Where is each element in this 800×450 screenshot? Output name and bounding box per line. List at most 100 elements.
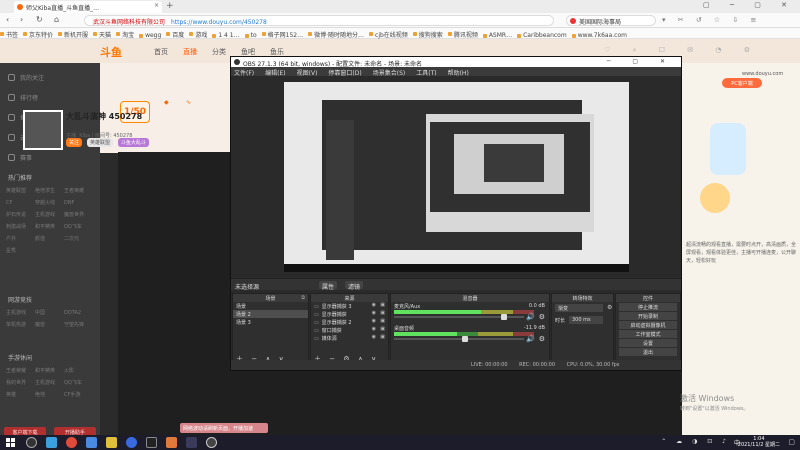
nav-link[interactable]: 鱼吧 xyxy=(241,48,255,56)
bookmark-item[interactable]: ASMR… xyxy=(482,30,517,39)
system-tray-icons[interactable]: ⌃ ☁ ◑ ⊡ ♪ xyxy=(661,438,730,445)
sidebar-category[interactable]: DNF xyxy=(64,197,93,209)
visibility-eye-icon[interactable]: ◉ xyxy=(372,318,376,324)
bookmark-item[interactable]: 游戏 xyxy=(189,28,212,39)
lock-icon[interactable]: ▣ xyxy=(380,318,385,324)
volume-fader-knob[interactable] xyxy=(500,314,507,320)
app-icon-3[interactable] xyxy=(146,437,157,448)
sidebar-category[interactable]: 二次元 xyxy=(64,233,93,245)
visibility-eye-icon[interactable]: ◉ xyxy=(372,302,376,308)
gift-icon[interactable]: ◆ xyxy=(164,99,169,106)
volume-fader[interactable] xyxy=(394,336,524,342)
nav-link[interactable]: 首页 xyxy=(154,48,168,56)
sidebar-category[interactable]: 单机热游 xyxy=(6,319,35,331)
sidebar-category[interactable]: QQ飞车 xyxy=(64,221,93,233)
reload-icon[interactable]: ↻ xyxy=(36,15,43,24)
duration-input[interactable]: 300 ms xyxy=(569,316,603,324)
sidebar-category[interactable]: 守望先锋 xyxy=(64,319,93,331)
bookmark-item[interactable]: 百度 xyxy=(166,28,189,39)
sidebar-category[interactable]: 英雄联盟 xyxy=(6,185,35,197)
category-tag[interactable]: 英雄联盟 xyxy=(86,138,113,147)
properties-button[interactable]: 属性 xyxy=(319,281,338,291)
bookmark-item[interactable]: 格子网152… xyxy=(261,28,308,39)
lock-icon[interactable]: ▣ xyxy=(380,310,385,316)
back-icon[interactable]: ‹ xyxy=(6,15,9,24)
sidebar-category[interactable]: 颜值 xyxy=(35,233,64,245)
obs-menu-item[interactable]: 帮助(H) xyxy=(448,70,469,77)
browser-tab[interactable]: 师父Kiba直播_斗鱼直播_… × xyxy=(14,1,162,13)
search-box[interactable]: 美国国际海事局 xyxy=(566,15,656,26)
bookmark-item[interactable]: 腾讯视频 xyxy=(447,28,483,39)
speaker-icon[interactable]: 🔊 xyxy=(526,313,535,321)
windows-start-icon[interactable] xyxy=(6,438,15,447)
extension-icons[interactable]: ▾ ✂ ↺ ☆ ⇩ ≡ xyxy=(662,16,761,24)
clock[interactable]: 1:04 2021/11/2 星期二 xyxy=(738,436,780,448)
scene-item[interactable]: 场景 xyxy=(233,302,308,310)
sidebar-category[interactable]: 主机游戏 xyxy=(6,307,35,319)
douyu-nav-icons[interactable]: ♡ ⌕ ☐ ✉ ◔ ⚙ xyxy=(604,46,760,55)
obs-window-controls[interactable]: ─ ▢ ✕ xyxy=(607,58,675,65)
virtual-camera-button[interactable]: 启动虚拟摄像机 xyxy=(619,321,677,329)
lock-icon[interactable]: ▣ xyxy=(380,334,385,340)
follow-tag[interactable]: 关注 xyxy=(66,138,83,147)
source-item[interactable]: ▭ 显示器捕获 ◉ ▣ xyxy=(311,310,388,318)
bookmark-item[interactable]: cjb在线视频 xyxy=(369,28,413,39)
visibility-eye-icon[interactable]: ◉ xyxy=(372,310,376,316)
sidebar-category[interactable]: 绝地求生 xyxy=(35,185,64,197)
dock-float-icon[interactable]: ⧉ xyxy=(301,295,305,301)
sidebar-category[interactable]: DOTA2 xyxy=(64,307,93,319)
start-recording-button[interactable]: 开始录制 xyxy=(619,312,677,320)
douyu-logo[interactable]: 斗鱼 xyxy=(100,44,122,60)
app-icon-4[interactable] xyxy=(166,437,177,448)
sidebar-category[interactable]: CF手游 xyxy=(64,389,93,401)
stop-stream-button[interactable]: 停止推流 xyxy=(619,303,677,311)
obs-menu-item[interactable]: 编辑(E) xyxy=(265,70,285,77)
notification-icon[interactable]: ▢ xyxy=(788,438,795,446)
transition-settings-icon[interactable]: ⚙ xyxy=(607,304,612,311)
speaker-icon[interactable]: 🔊 xyxy=(526,335,535,343)
search-icon[interactable] xyxy=(26,437,37,448)
bookmark-item[interactable]: 天猫 xyxy=(93,28,116,39)
obs-taskbar-icon[interactable] xyxy=(206,437,217,448)
lock-icon[interactable]: ▣ xyxy=(380,326,385,332)
app-icon-2[interactable] xyxy=(126,437,137,448)
source-item[interactable]: ▭ 媒体源 ◉ ▣ xyxy=(311,334,388,342)
sidebar-item[interactable]: 我的关注 xyxy=(8,73,44,82)
sidebar-category[interactable]: 刺激战场 xyxy=(6,221,35,233)
source-item[interactable]: ▭ 显示器捕获 3 ◉ ▣ xyxy=(311,302,388,310)
sidebar-category[interactable]: 王者荣耀 xyxy=(6,365,35,377)
home-icon[interactable]: ⌂ xyxy=(54,15,59,24)
transition-select[interactable]: 渐变 xyxy=(555,304,603,312)
event-tag[interactable]: 斗鱼大乱斗 xyxy=(117,138,149,147)
source-item[interactable]: ▭ 窗口捕获 ◉ ▣ xyxy=(311,326,388,334)
wave-icon[interactable]: ∿ xyxy=(186,99,191,106)
exit-button[interactable]: 退出 xyxy=(619,348,677,356)
sidebar-category[interactable]: 英雄 xyxy=(6,389,35,401)
folder-icon[interactable] xyxy=(106,437,117,448)
scene-item[interactable]: 场景 3 xyxy=(233,318,308,326)
streamer-avatar[interactable] xyxy=(23,110,63,150)
pc-client-badge[interactable]: PC客户端 xyxy=(722,78,762,88)
sidebar-category[interactable]: 我的世界 xyxy=(6,377,35,389)
bookmark-item[interactable]: 微博·随时随地分… xyxy=(308,28,369,39)
obs-menu-item[interactable]: 场景集合(S) xyxy=(373,70,406,77)
sidebar-category[interactable]: 王者荣耀 xyxy=(64,185,93,197)
visibility-eye-icon[interactable]: ◉ xyxy=(372,326,376,332)
sidebar-category[interactable]: 主机游戏 xyxy=(35,377,64,389)
bookmark-item[interactable]: 1 4 1… xyxy=(212,30,244,39)
edge-icon[interactable] xyxy=(46,437,57,448)
obs-menu-item[interactable]: 文件(F) xyxy=(234,70,254,77)
bookmark-item[interactable]: to xyxy=(244,30,262,39)
sidebar-category[interactable]: 火影 xyxy=(64,365,93,377)
obs-menu-item[interactable]: 视图(V) xyxy=(297,70,318,77)
sidebar-category[interactable]: CF xyxy=(6,197,35,209)
sidebar-category[interactable]: 星秀 xyxy=(6,245,35,257)
obs-menu-item[interactable]: 停靠窗口(D) xyxy=(328,70,361,77)
bookmark-item[interactable]: 新机开服 xyxy=(58,28,93,39)
scene-item[interactable]: 场景 2 xyxy=(233,310,308,318)
app-icon-5[interactable] xyxy=(186,437,197,448)
obs-menu-item[interactable]: 工具(T) xyxy=(416,70,436,77)
visibility-eye-icon[interactable]: ◉ xyxy=(372,334,376,340)
studio-mode-button[interactable]: 工作室模式 xyxy=(619,330,677,338)
gear-icon[interactable]: ⚙ xyxy=(539,313,545,321)
